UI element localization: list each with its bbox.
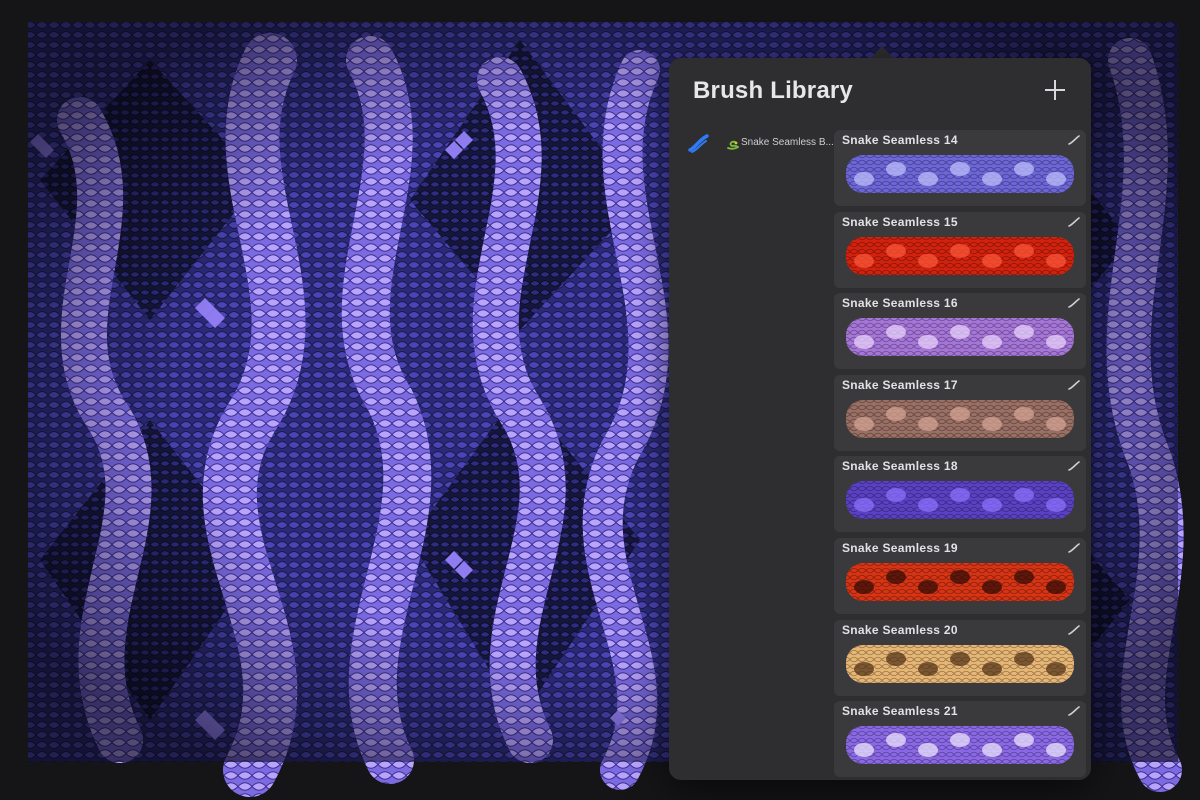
brush-set-label: Snake Seamless B... — [741, 137, 833, 148]
brush-list: Snake Seamless 14 Snake Seamless 15 Snake … — [834, 130, 1086, 780]
brush-name: Snake Seamless 19 — [842, 541, 958, 555]
brush-card[interactable]: Snake Seamless 18 — [834, 456, 1086, 533]
brush-sets-list: Snake Seamless B... — [669, 130, 833, 780]
brush-stroke-preview — [842, 315, 1078, 359]
brush-name: Snake Seamless 14 — [842, 133, 958, 147]
brush-stroke-icon — [1068, 461, 1080, 472]
brush-set-snake-seamless[interactable]: Snake Seamless B... — [683, 130, 833, 170]
brush-name: Snake Seamless 16 — [842, 296, 958, 311]
brush-stroke-preview — [842, 234, 1078, 278]
brush-card[interactable]: Snake Seamless 16 — [834, 293, 1086, 370]
brush-card[interactable]: Snake Seamless 19 — [834, 538, 1086, 614]
brush-stroke-icon — [1068, 379, 1080, 390]
brush-stroke-icon — [1068, 543, 1080, 553]
brush-name: Snake Seamless 20 — [842, 622, 958, 637]
brush-stroke-preview — [842, 642, 1078, 686]
brush-card[interactable]: Snake Seamless 21 — [834, 701, 1086, 778]
brush-name: Snake Seamless 18 — [842, 459, 958, 474]
brush-card[interactable]: Snake Seamless 15 — [834, 211, 1086, 288]
brush-stroke-icon — [1068, 135, 1080, 145]
brush-card[interactable]: Snake Seamless 20 — [834, 619, 1086, 696]
brush-card[interactable]: Snake Seamless 17 — [834, 374, 1086, 451]
brush-stroke-preview — [842, 723, 1078, 767]
brush-stroke-preview — [842, 478, 1078, 522]
brush-stroke-preview — [842, 397, 1078, 441]
panel-title: Brush Library — [693, 77, 853, 104]
snake-emoji-icon — [727, 140, 739, 150]
brush-stroke-icon — [1068, 298, 1080, 308]
brush-stroke-icon — [1068, 706, 1080, 716]
brush-name: Snake Seamless 17 — [842, 377, 958, 392]
brush-library-panel: Brush Library Snake Seamless B... Snake … — [669, 58, 1091, 780]
brush-name: Snake Seamless 15 — [842, 214, 958, 229]
add-brush-set-button[interactable] — [1043, 78, 1067, 102]
brush-stroke-preview — [842, 560, 1078, 604]
brush-stroke-icon — [688, 134, 709, 153]
brush-name: Snake Seamless 21 — [842, 704, 958, 719]
brush-stroke-preview — [842, 152, 1078, 196]
brush-stroke-icon — [1068, 624, 1080, 635]
brush-stroke-icon — [1068, 216, 1080, 227]
brush-card[interactable]: Snake Seamless 14 — [834, 130, 1086, 206]
